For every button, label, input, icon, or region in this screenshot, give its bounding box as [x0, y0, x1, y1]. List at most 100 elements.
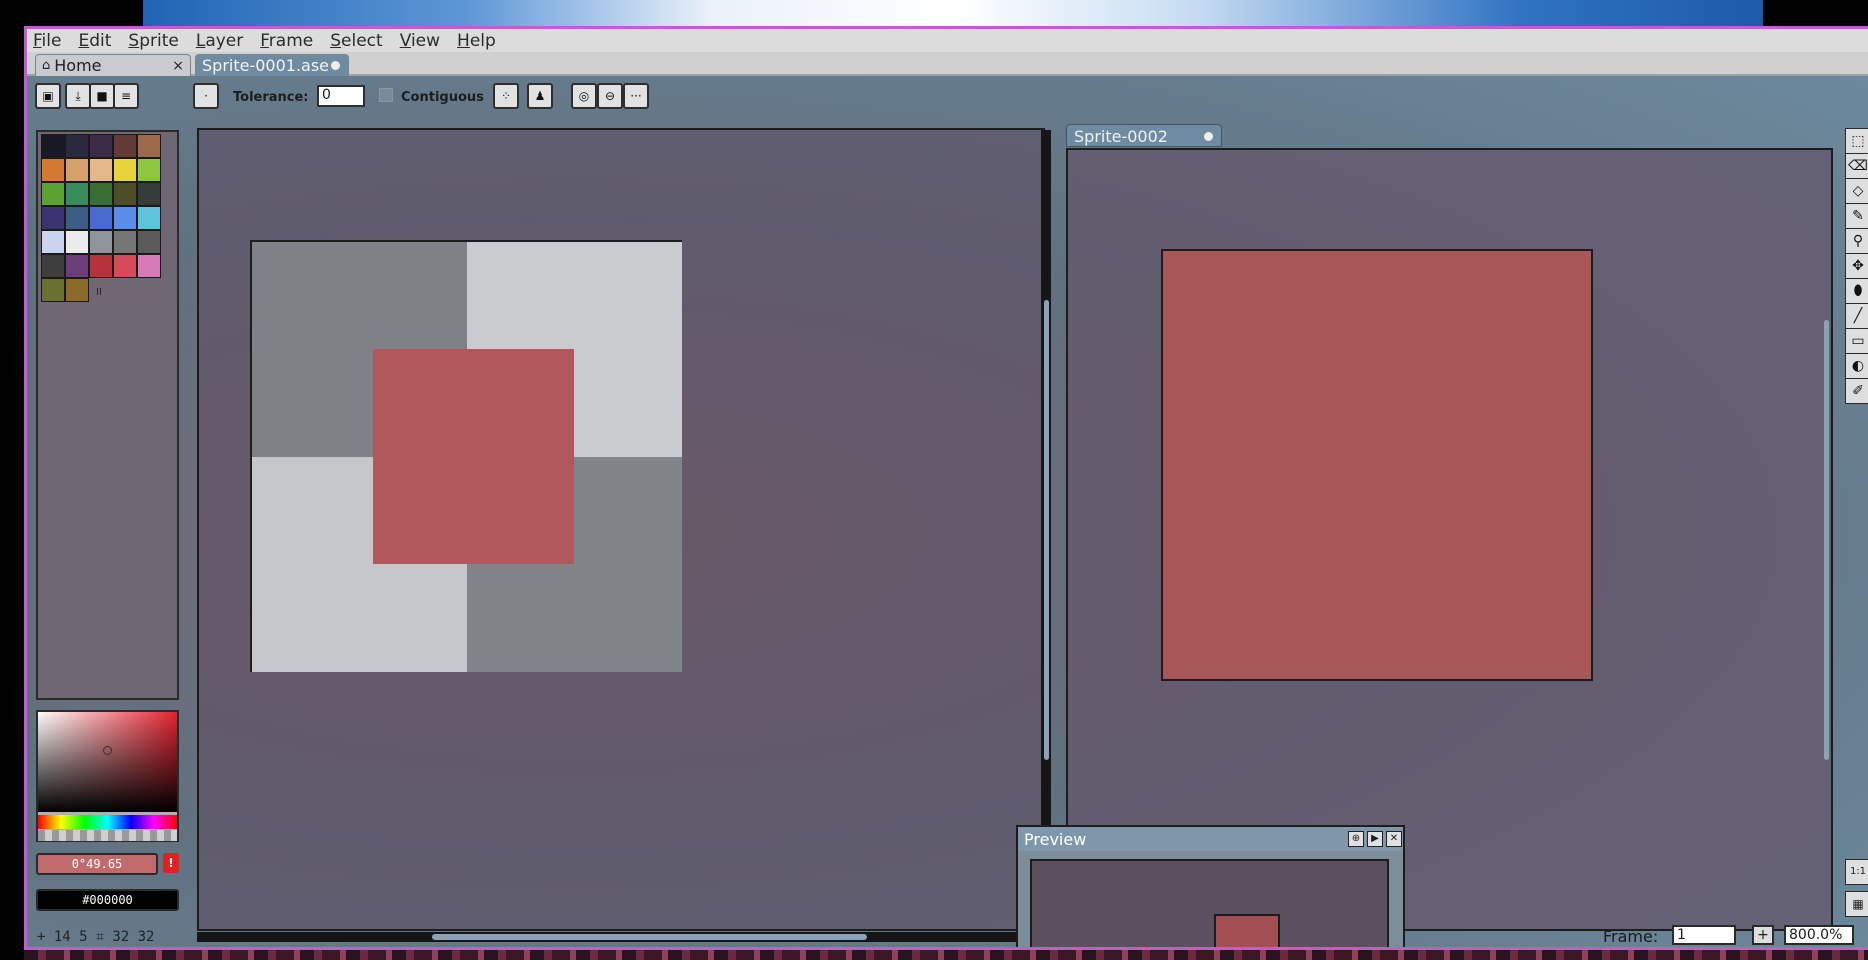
- menu-help[interactable]: Help: [457, 31, 496, 51]
- palette-swatch[interactable]: [41, 182, 65, 206]
- palette-swatch[interactable]: [113, 134, 137, 158]
- menu-view[interactable]: View: [400, 31, 440, 51]
- palette-swatch[interactable]: [137, 206, 161, 230]
- palette-swatch[interactable]: [65, 230, 89, 254]
- tab-sprite-0002[interactable]: Sprite-0002: [1066, 124, 1222, 147]
- tab-home[interactable]: ⌂ Home ×: [35, 54, 191, 76]
- zoom-input[interactable]: 800.0%: [1784, 925, 1854, 945]
- more-options-button[interactable]: ···: [623, 83, 649, 109]
- tab-bar: ⌂ Home × Sprite-0001.ase: [27, 52, 1868, 76]
- warning-icon[interactable]: !: [163, 853, 179, 873]
- tool-button[interactable]: ✥: [1845, 253, 1868, 279]
- hex-color-field[interactable]: #000000: [36, 889, 179, 911]
- preview-play-icon[interactable]: ▶: [1367, 831, 1383, 847]
- saturation-value-field[interactable]: [38, 712, 177, 812]
- tool-button[interactable]: ╱: [1845, 303, 1868, 329]
- pressure-icon[interactable]: ◎: [571, 83, 597, 109]
- palette-swatch[interactable]: [113, 206, 137, 230]
- tool-button[interactable]: ▭: [1845, 328, 1868, 354]
- alpha-slider[interactable]: [38, 830, 177, 841]
- close-icon[interactable]: ×: [172, 58, 184, 74]
- tool-button[interactable]: ⬚: [1845, 128, 1868, 154]
- menu-layer[interactable]: Layer: [196, 31, 243, 51]
- sprite-editor-1[interactable]: [197, 128, 1051, 931]
- ink-mode-icon[interactable]: ⁘: [493, 83, 519, 109]
- timeline-icon[interactable]: ▦: [1845, 891, 1868, 917]
- palette-swatch[interactable]: [89, 134, 113, 158]
- palette-swatch[interactable]: [41, 278, 65, 302]
- menu-edit[interactable]: Edit: [78, 31, 111, 51]
- unsaved-dot-icon[interactable]: [1204, 132, 1213, 141]
- palette-swatch[interactable]: [89, 158, 113, 182]
- color-cursor[interactable]: [103, 746, 112, 755]
- tab-home-label: Home: [54, 56, 102, 75]
- palette-swatch[interactable]: [41, 206, 65, 230]
- menu-sprite[interactable]: Sprite: [128, 31, 178, 51]
- frame-input[interactable]: 1: [1672, 925, 1736, 945]
- palette-swatch[interactable]: [41, 158, 65, 182]
- lock-icon[interactable]: ▣: [35, 83, 61, 109]
- wallpaper-sky: [143, 0, 1763, 28]
- vertical-scrollbar[interactable]: [1041, 130, 1051, 929]
- palette-swatch[interactable]: [137, 134, 161, 158]
- hsv-value-field[interactable]: 0°49.65: [36, 853, 158, 875]
- palette-swatch[interactable]: [89, 206, 113, 230]
- palette-swatch[interactable]: [41, 254, 65, 278]
- palette-swatch[interactable]: [89, 230, 113, 254]
- tool-button[interactable]: ✐: [1845, 378, 1868, 404]
- palette-swatch[interactable]: [137, 182, 161, 206]
- palette-swatch[interactable]: [137, 158, 161, 182]
- symmetry-icon[interactable]: ⊖: [597, 83, 623, 109]
- palette-swatch[interactable]: [65, 206, 89, 230]
- add-frame-button[interactable]: +: [1752, 925, 1774, 945]
- contiguous-checkbox[interactable]: [379, 88, 393, 102]
- palette-swatch[interactable]: [41, 134, 65, 158]
- close-icon[interactable]: ✕: [1386, 831, 1402, 847]
- palette-swatch[interactable]: [113, 230, 137, 254]
- vertical-scroll-thumb[interactable]: [1824, 320, 1829, 760]
- tool-button[interactable]: ◇: [1845, 178, 1868, 204]
- square-brush-icon[interactable]: ■: [89, 83, 115, 109]
- sprite-canvas-1[interactable]: [250, 240, 682, 672]
- sprite-canvas-2[interactable]: [1161, 249, 1593, 681]
- tab-sprite-label: Sprite-0001.ase: [202, 56, 330, 75]
- palette-swatch[interactable]: [113, 158, 137, 182]
- palette-swatch[interactable]: [41, 230, 65, 254]
- palette-swatch[interactable]: [89, 182, 113, 206]
- palette-swatch[interactable]: [113, 254, 137, 278]
- tool-button[interactable]: ⌫: [1845, 153, 1868, 179]
- palette-swatch[interactable]: [65, 254, 89, 278]
- tab-sprite-0002-label: Sprite-0002: [1074, 127, 1168, 146]
- palette-swatch[interactable]: [65, 182, 89, 206]
- hue-slider[interactable]: [38, 815, 177, 829]
- vertical-scroll-thumb[interactable]: [1044, 300, 1049, 760]
- stamp-icon[interactable]: ♟: [527, 83, 553, 109]
- sprite-editor-2[interactable]: [1066, 148, 1833, 931]
- merge-down-icon[interactable]: ⤓: [65, 83, 91, 109]
- preview-center-icon[interactable]: ⊕: [1348, 831, 1364, 847]
- palette-swatch[interactable]: [137, 254, 161, 278]
- palette-swatch[interactable]: [89, 254, 113, 278]
- menu-frame[interactable]: Frame: [260, 31, 313, 51]
- tool-button[interactable]: ◐: [1845, 353, 1868, 379]
- home-icon: ⌂: [42, 58, 51, 73]
- tab-sprite-0001[interactable]: Sprite-0001.ase: [195, 54, 349, 76]
- tool-button[interactable]: ⚲: [1845, 228, 1868, 254]
- size-readout: 32 32: [112, 929, 155, 945]
- palette-swatch[interactable]: [65, 278, 89, 302]
- tolerance-input[interactable]: 0: [317, 85, 365, 107]
- palette-swatch[interactable]: [65, 158, 89, 182]
- list-icon[interactable]: ≡: [113, 83, 139, 109]
- palette-swatch[interactable]: [113, 182, 137, 206]
- palette-swatch[interactable]: [137, 230, 161, 254]
- palette-panel: II: [36, 130, 179, 700]
- ratio-button[interactable]: 1:1: [1845, 859, 1868, 885]
- unsaved-dot-icon[interactable]: [331, 61, 340, 70]
- palette-resize-handle[interactable]: II: [96, 287, 102, 298]
- menu-select[interactable]: Select: [330, 31, 382, 51]
- palette-swatch[interactable]: [65, 134, 89, 158]
- tool-button[interactable]: ⬮: [1845, 278, 1868, 304]
- pixel-brush-button[interactable]: ·: [193, 83, 219, 109]
- menu-file[interactable]: File: [33, 31, 61, 51]
- tool-button[interactable]: ✎: [1845, 203, 1868, 229]
